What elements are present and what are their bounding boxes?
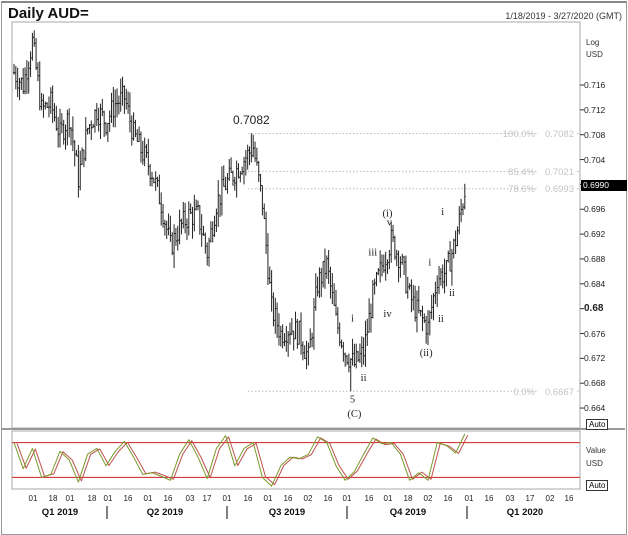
price-tick-label: 0.672 bbox=[584, 353, 606, 364]
last-price-tag: 0.6990 bbox=[581, 180, 627, 191]
date-tick-label: 16 bbox=[163, 494, 173, 503]
fib-percent-label: 0.0% bbox=[513, 387, 535, 398]
wave-label: ii bbox=[438, 314, 444, 325]
price-tick-label: 0.676 bbox=[584, 328, 606, 339]
quarter-label: Q1 2020 bbox=[506, 507, 544, 518]
date-tick-label: 01 bbox=[263, 494, 273, 503]
price-tick-label: 0.664 bbox=[584, 403, 606, 414]
fib-percent-label: 100.0% bbox=[503, 129, 536, 140]
fib-levels: 100.0% 0.7082 85.4% 0.7021 78.6% 0.6993 0.0% 0.… bbox=[248, 128, 580, 398]
price-tick-label: 0.716 bbox=[584, 80, 606, 90]
date-tick-label: 03 bbox=[185, 494, 195, 503]
date-tick-label: 01 bbox=[222, 494, 232, 503]
wave-label: i bbox=[351, 313, 354, 324]
oscillator bbox=[12, 433, 580, 487]
fib-percent-label: 78.6% bbox=[508, 184, 535, 195]
osc-auto-button[interactable]: Auto bbox=[586, 480, 609, 491]
date-tick-label: 03 bbox=[505, 494, 515, 503]
date-tick-label: 01 bbox=[28, 494, 38, 503]
scale-label: Log bbox=[586, 38, 600, 47]
date-tick-label: 18 bbox=[87, 494, 97, 503]
date-tick-label: 16 bbox=[364, 494, 374, 503]
date-tick-label: 18 bbox=[48, 494, 58, 503]
wave-label: 5 bbox=[350, 395, 355, 406]
wave-label: ii bbox=[361, 373, 367, 384]
price-tick-label: 0.696 bbox=[584, 204, 606, 215]
date-tick-label: 16 bbox=[123, 494, 133, 503]
wave-label: (ii) bbox=[420, 348, 433, 359]
date-tick-label: 01 bbox=[65, 494, 75, 503]
fib-value-label: 0.7082 bbox=[545, 129, 574, 140]
date-tick-label: 16 bbox=[323, 494, 333, 503]
price-tick-label: 0.684 bbox=[584, 278, 606, 289]
date-tick-label: 01 bbox=[103, 494, 113, 503]
chart-canvas[interactable]: 100.0% 0.7082 85.4% 0.7021 78.6% 0.6993 0.0% 0.… bbox=[0, 0, 628, 535]
fib-value-label: 0.6993 bbox=[545, 184, 574, 195]
wave-label: ii bbox=[449, 288, 455, 299]
price-tick-label: 0.668 bbox=[584, 378, 606, 389]
fib-value-label: 0.7021 bbox=[545, 167, 574, 178]
quarter-label: Q3 2019 bbox=[268, 507, 306, 518]
date-tick-label: 16 bbox=[484, 494, 494, 503]
price-tick-label: 0.68 bbox=[584, 302, 604, 314]
wave-label: i bbox=[428, 257, 431, 268]
wave-label: v bbox=[387, 218, 393, 229]
unit-label: USD bbox=[586, 50, 603, 59]
price-auto-button[interactable]: Auto bbox=[586, 419, 609, 430]
date-tick-label: 01 bbox=[342, 494, 352, 503]
date-tick-label: 01 bbox=[464, 494, 474, 503]
wave-annotations: 0.70825(C)iiiiii(i)viviii(ii)iii bbox=[233, 113, 455, 420]
wave-label: i bbox=[441, 207, 444, 218]
osc-unit-label: USD bbox=[586, 459, 603, 468]
oscillator-plot-area bbox=[11, 430, 581, 490]
wave-label: iv bbox=[383, 309, 392, 320]
date-tick-label: 16 bbox=[243, 494, 253, 503]
date-tick-label: 18 bbox=[403, 494, 413, 503]
price-tick-label: 0.712 bbox=[584, 104, 606, 115]
date-tick-label: 02 bbox=[423, 494, 433, 503]
date-tick-label: 16 bbox=[283, 494, 293, 503]
fib-value-label: 0.6667 bbox=[545, 387, 574, 398]
fib-percent-label: 85.4% bbox=[508, 167, 535, 178]
price-plot-area bbox=[11, 21, 581, 429]
price-tick-label: 0.704 bbox=[584, 154, 606, 165]
date-tick-label: 16 bbox=[443, 494, 453, 503]
price-tick-label: 0.688 bbox=[584, 253, 606, 264]
price-tick-label: 0.708 bbox=[584, 129, 606, 140]
wave-label: iii bbox=[368, 247, 377, 258]
quarter-label: Q4 2019 bbox=[389, 507, 427, 518]
price-bars bbox=[13, 30, 466, 392]
date-tick-label: 17 bbox=[202, 494, 212, 503]
date-tick-label: 16 bbox=[564, 494, 574, 503]
osc-value-label: Value bbox=[586, 446, 606, 455]
date-tick-label: 17 bbox=[525, 494, 535, 503]
wave-label: 0.7082 bbox=[233, 113, 270, 127]
date-tick-label: 02 bbox=[303, 494, 313, 503]
chart-window: Daily AUD= 1/18/2019 - 3/27/2020 (GMT) 1… bbox=[0, 0, 628, 535]
oscillator-fast-line bbox=[13, 433, 466, 487]
date-tick-label: 02 bbox=[545, 494, 555, 503]
price-tick-label: 0.692 bbox=[584, 229, 606, 240]
date-tick-label: 01 bbox=[143, 494, 153, 503]
quarter-label: Q2 2019 bbox=[146, 507, 184, 518]
date-tick-label: 01 bbox=[383, 494, 393, 503]
quarter-label: Q1 2019 bbox=[41, 507, 79, 518]
wave-label: (C) bbox=[347, 409, 362, 420]
